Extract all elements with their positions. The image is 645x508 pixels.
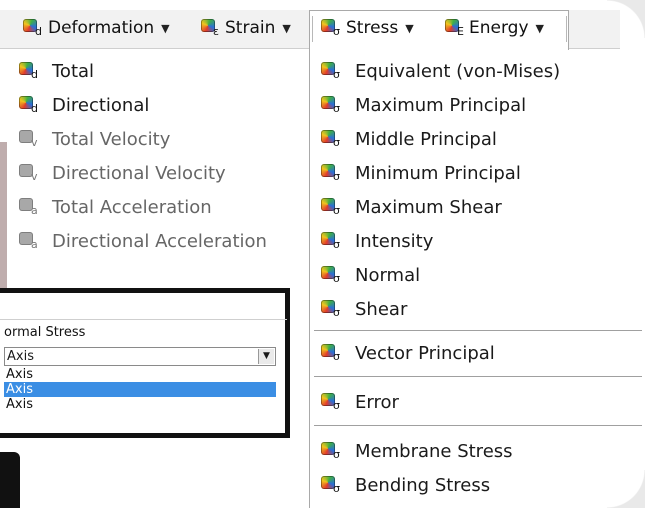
stress-icon: σ <box>320 265 342 285</box>
stress-label: Stress <box>346 18 399 38</box>
stress-icon: σ <box>320 299 342 319</box>
menu-item-minimum-principal[interactable]: σ Minimum Principal <box>320 158 521 188</box>
menu-item-middle-principal[interactable]: σ Middle Principal <box>320 124 497 154</box>
menu-item-vector-principal[interactable]: σ Vector Principal <box>320 338 495 368</box>
stress-icon: σ <box>320 197 342 217</box>
menu-item-total-acceleration: a Total Acceleration <box>18 192 212 222</box>
menu-separator <box>314 376 642 377</box>
deformation-icon: d <box>22 18 44 38</box>
menu-item-maximum-shear[interactable]: σ Maximum Shear <box>320 192 502 222</box>
menu-item-directional-velocity: v Directional Velocity <box>18 158 226 188</box>
menu-item-directional-acceleration: a Directional Acceleration <box>18 226 267 256</box>
strain-dropdown-button[interactable]: ε Strain ▼ <box>200 10 291 46</box>
stress-icon: σ <box>320 61 342 81</box>
toolbar-divider <box>312 16 313 42</box>
menu-item-membrane-stress[interactable]: σ Membrane Stress <box>320 436 513 466</box>
acceleration-icon: a <box>18 197 40 217</box>
deformation-dropdown-button[interactable]: d Deformation ▼ <box>22 10 170 46</box>
results-toolbar: d Deformation ▼ ε Strain ▼ σ Stress ▼ E … <box>0 10 620 51</box>
chevron-down-icon[interactable]: ▼ <box>258 349 274 364</box>
velocity-icon: v <box>18 163 40 183</box>
strain-label: Strain <box>225 18 276 38</box>
stress-icon: σ <box>320 441 342 461</box>
menu-separator <box>314 425 642 426</box>
chevron-down-icon: ▼ <box>405 21 414 35</box>
chevron-down-icon: ▼ <box>535 21 544 35</box>
menu-item-normal[interactable]: σ Normal <box>320 260 420 290</box>
menu-item-maximum-principal[interactable]: σ Maximum Principal <box>320 90 526 120</box>
orientation-option-selected[interactable]: Axis <box>4 382 276 397</box>
velocity-icon: v <box>18 129 40 149</box>
inset-fragment <box>0 452 20 508</box>
menu-item-bending-stress[interactable]: σ Bending Stress <box>320 470 490 500</box>
orientation-select-value: Axis <box>7 349 34 364</box>
menu-item-total-velocity: v Total Velocity <box>18 124 170 154</box>
stress-icon: σ <box>320 231 342 251</box>
stress-icon: σ <box>320 18 342 38</box>
energy-icon: E <box>444 18 466 38</box>
frame-corner <box>607 470 645 508</box>
stress-icon: σ <box>320 163 342 183</box>
toolbar-divider <box>566 16 567 42</box>
menu-item-intensity[interactable]: σ Intensity <box>320 226 433 256</box>
panel-divider <box>0 319 287 320</box>
background-window-edge <box>0 142 7 302</box>
chevron-down-icon: ▼ <box>161 21 170 35</box>
deformation-icon: d <box>18 61 40 81</box>
details-panel-inset: ormal Stress Axis ▼ Axis Axis Axis <box>0 288 290 438</box>
energy-dropdown-button[interactable]: E Energy ▼ <box>444 10 544 46</box>
orientation-select[interactable]: Axis ▼ <box>4 347 276 366</box>
orientation-options-list: Axis Axis Axis <box>4 367 276 412</box>
menu-separator <box>314 330 642 331</box>
acceleration-icon: a <box>18 231 40 251</box>
stress-dropdown-button[interactable]: σ Stress ▼ <box>320 10 414 46</box>
strain-icon: ε <box>200 18 222 38</box>
menu-item-equivalent-von-mises[interactable]: σ Equivalent (von-Mises) <box>320 56 560 86</box>
menu-item-total[interactable]: d Total <box>18 56 94 86</box>
stress-menu: σ Equivalent (von-Mises) σ Maximum Princ… <box>309 50 645 508</box>
menu-item-directional[interactable]: d Directional <box>18 90 149 120</box>
orientation-option[interactable]: Axis <box>4 397 276 412</box>
stress-icon: σ <box>320 129 342 149</box>
stress-icon: σ <box>320 475 342 495</box>
screenshot-frame: d Deformation ▼ ε Strain ▼ σ Stress ▼ E … <box>0 0 645 508</box>
deformation-menu: d Total d Directional v Total Velocity v… <box>0 50 300 302</box>
menu-item-shear[interactable]: σ Shear <box>320 294 407 324</box>
stress-icon: σ <box>320 95 342 115</box>
stress-icon: σ <box>320 392 342 412</box>
deformation-icon: d <box>18 95 40 115</box>
stress-icon: σ <box>320 343 342 363</box>
frame-corner <box>607 0 645 38</box>
chevron-down-icon: ▼ <box>282 21 291 35</box>
menu-item-error[interactable]: σ Error <box>320 387 399 417</box>
energy-label: Energy <box>469 18 529 38</box>
deformation-label: Deformation <box>48 18 155 38</box>
stress-type-label: ormal Stress <box>4 325 86 340</box>
orientation-option[interactable]: Axis <box>4 367 276 382</box>
